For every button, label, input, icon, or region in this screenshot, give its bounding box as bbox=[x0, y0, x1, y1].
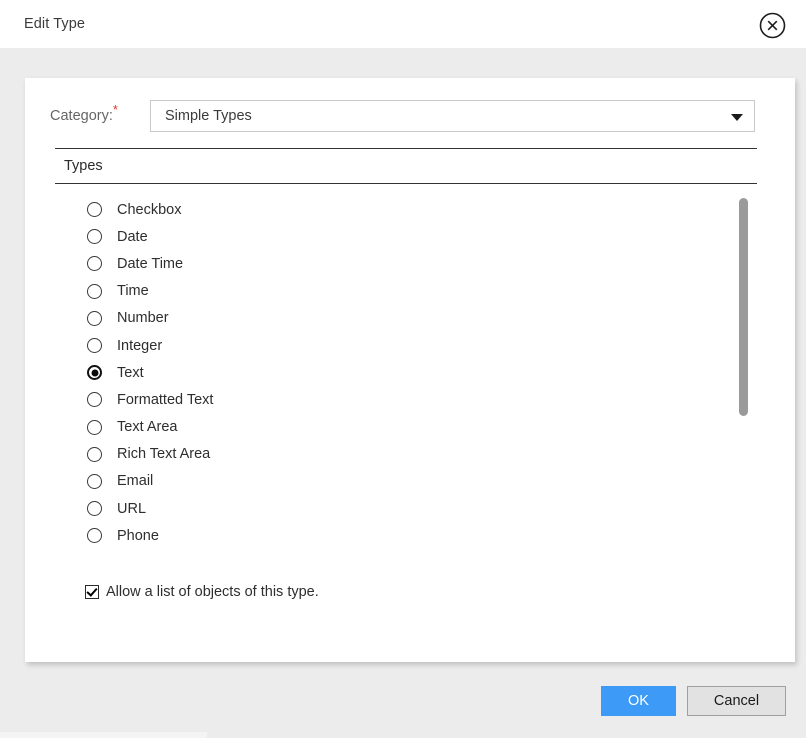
scrollbar-thumb[interactable] bbox=[739, 198, 748, 416]
type-option-date[interactable]: Date bbox=[55, 223, 757, 250]
edit-type-panel: Category:* Simple Types Types Checkbox D… bbox=[25, 78, 795, 662]
radio-icon[interactable] bbox=[87, 501, 102, 517]
radio-selected-icon[interactable] bbox=[87, 365, 102, 381]
radio-icon[interactable] bbox=[87, 338, 102, 354]
radio-icon[interactable] bbox=[87, 256, 102, 272]
radio-icon[interactable] bbox=[87, 310, 102, 326]
chevron-down-icon[interactable] bbox=[731, 114, 743, 121]
radio-icon[interactable] bbox=[87, 528, 102, 544]
type-option-label: Phone bbox=[117, 527, 159, 544]
type-option-time[interactable]: Time bbox=[55, 278, 757, 305]
type-option-formatted-text[interactable]: Formatted Text bbox=[55, 386, 757, 413]
type-option-url[interactable]: URL bbox=[55, 495, 757, 522]
ok-button[interactable]: OK bbox=[601, 686, 676, 716]
types-list-scrollbar[interactable] bbox=[739, 198, 748, 498]
type-option-label: Integer bbox=[117, 337, 163, 354]
required-asterisk: * bbox=[112, 102, 118, 118]
radio-icon[interactable] bbox=[87, 283, 102, 299]
type-options-list: Checkbox Date Date Time Time Number Inte… bbox=[55, 196, 757, 546]
category-label-text: Category: bbox=[50, 108, 113, 124]
radio-icon[interactable] bbox=[87, 419, 102, 435]
type-option-label: Text Area bbox=[117, 419, 178, 436]
type-option-phone[interactable]: Phone bbox=[55, 522, 757, 549]
category-row: Category:* Simple Types bbox=[25, 100, 795, 136]
types-tabbar: Types bbox=[55, 148, 757, 184]
radio-icon[interactable] bbox=[87, 473, 102, 489]
type-option-text[interactable]: Text bbox=[55, 359, 757, 386]
tab-types[interactable]: Types bbox=[64, 158, 103, 174]
type-option-label: Date bbox=[117, 228, 148, 245]
bottom-strip bbox=[0, 732, 207, 738]
type-option-text-area[interactable]: Text Area bbox=[55, 414, 757, 441]
checkbox-checked-icon[interactable] bbox=[85, 585, 99, 599]
dialog-footer: OK Cancel bbox=[0, 686, 806, 722]
radio-icon[interactable] bbox=[87, 202, 102, 218]
dialog-title: Edit Type bbox=[24, 16, 86, 32]
type-option-label: URL bbox=[117, 500, 147, 517]
type-option-label: Email bbox=[117, 473, 154, 490]
type-option-label: Time bbox=[117, 283, 149, 300]
radio-icon[interactable] bbox=[87, 229, 102, 245]
allow-list-label: Allow a list of objects of this type. bbox=[106, 584, 319, 600]
allow-list-checkbox-row[interactable]: Allow a list of objects of this type. bbox=[85, 584, 319, 600]
type-option-checkbox[interactable]: Checkbox bbox=[55, 196, 757, 223]
category-label: Category:* bbox=[50, 103, 118, 124]
type-option-integer[interactable]: Integer bbox=[55, 332, 757, 359]
type-option-label: Date Time bbox=[117, 255, 184, 272]
type-option-date-time[interactable]: Date Time bbox=[55, 250, 757, 277]
type-option-label: Number bbox=[117, 310, 169, 327]
type-option-number[interactable]: Number bbox=[55, 305, 757, 332]
type-option-label: Formatted Text bbox=[117, 391, 214, 408]
type-option-email[interactable]: Email bbox=[55, 468, 757, 495]
close-circle-icon[interactable] bbox=[759, 12, 786, 39]
category-select-value: Simple Types bbox=[165, 108, 252, 124]
type-option-label: Rich Text Area bbox=[117, 446, 211, 463]
radio-icon[interactable] bbox=[87, 392, 102, 408]
type-option-rich-text-area[interactable]: Rich Text Area bbox=[55, 441, 757, 468]
category-select[interactable]: Simple Types bbox=[150, 100, 755, 132]
dialog-titlebar: Edit Type bbox=[0, 0, 806, 48]
type-option-label: Text bbox=[117, 364, 144, 381]
radio-icon[interactable] bbox=[87, 446, 102, 462]
type-option-label: Checkbox bbox=[117, 201, 182, 218]
cancel-button[interactable]: Cancel bbox=[687, 686, 786, 716]
